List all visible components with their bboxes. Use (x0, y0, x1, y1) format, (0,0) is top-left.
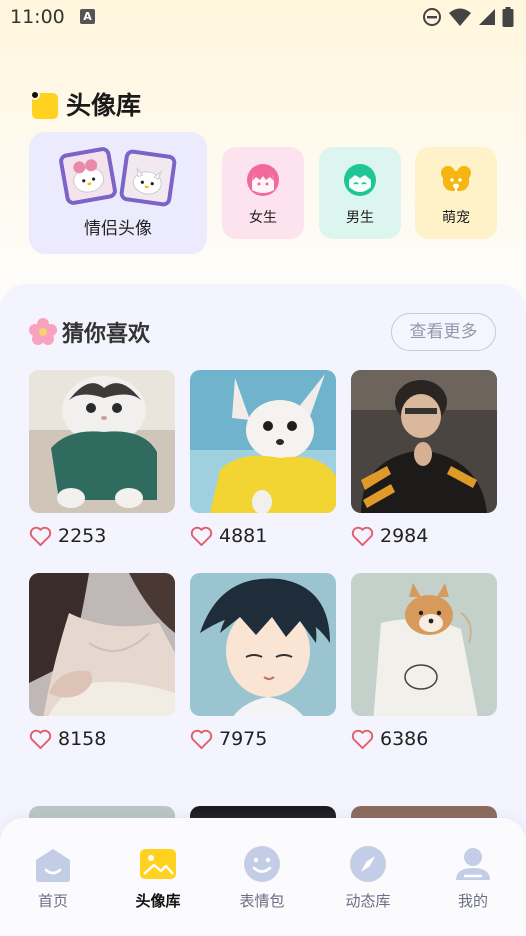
like-count: 2984 (380, 525, 429, 547)
avatar-image[interactable] (29, 573, 175, 716)
recommend-header: 猜你喜欢 (29, 316, 150, 348)
category-boy-label: 男生 (346, 210, 374, 226)
heart-icon[interactable] (190, 729, 213, 750)
home-icon (36, 849, 70, 882)
flower-icon (29, 318, 57, 345)
avatar-tile[interactable]: 7975 (190, 573, 336, 750)
user-icon (456, 848, 490, 880)
avatar-tile[interactable]: 2984 (351, 370, 497, 547)
bottom-nav: 首页 头像库 表情包 动态库 我的 (0, 818, 526, 936)
like-count: 4881 (219, 525, 268, 547)
avatar-tile[interactable]: 2253 (29, 370, 175, 547)
wifi-icon (449, 8, 471, 26)
avatar-image[interactable] (351, 370, 497, 513)
like-info: 6386 (351, 728, 428, 750)
avatar-tile[interactable]: 6386 (351, 573, 497, 750)
avatar-tile[interactable]: 4881 (190, 370, 336, 547)
avatar-library-header: 头像库 (30, 86, 141, 122)
category-pet-card[interactable]: 萌宠 (415, 147, 497, 239)
like-count: 2253 (58, 525, 107, 547)
view-more-button[interactable]: 查看更多 (391, 313, 496, 351)
avatar-tile[interactable]: 8158 (29, 573, 175, 750)
nav-avatar-library[interactable]: 头像库 (113, 844, 203, 911)
nav-emoji-label: 表情包 (239, 892, 285, 910)
text-input-indicator-icon: A (80, 9, 95, 24)
nav-avatar-library-label: 头像库 (135, 892, 181, 910)
heart-icon[interactable] (29, 526, 52, 547)
image-icon (140, 849, 176, 879)
like-info: 4881 (190, 525, 267, 547)
category-girl-card[interactable]: 女生 (222, 147, 304, 239)
category-couple-label: 情侣头像 (84, 219, 152, 239)
nav-mine[interactable]: 我的 (428, 844, 518, 911)
compass-icon (350, 846, 386, 882)
signal-icon (479, 9, 495, 25)
dnd-icon (423, 8, 441, 26)
avatar-library-logo-icon (30, 90, 58, 119)
nav-emoji[interactable]: 表情包 (217, 844, 307, 911)
nav-home[interactable]: 首页 (8, 844, 98, 911)
nav-home-label: 首页 (37, 892, 68, 910)
status-icons (422, 6, 514, 28)
nav-dynamic-label: 动态库 (345, 892, 391, 910)
nav-mine-label: 我的 (457, 892, 488, 910)
avatar-image[interactable] (351, 573, 497, 716)
category-boy-card[interactable]: 男生 (319, 147, 401, 239)
avatar-image[interactable] (190, 370, 336, 513)
nav-dynamic[interactable]: 动态库 (323, 844, 413, 911)
heart-icon[interactable] (190, 526, 213, 547)
like-count: 8158 (58, 728, 107, 750)
avatar-image[interactable] (29, 370, 175, 513)
heart-icon[interactable] (351, 729, 374, 750)
heart-icon[interactable] (351, 526, 374, 547)
category-pet-label: 萌宠 (442, 210, 470, 226)
like-info: 2984 (351, 525, 428, 547)
like-info: 2253 (29, 525, 106, 547)
recommend-title: 猜你喜欢 (62, 322, 151, 347)
avatar-image[interactable] (190, 573, 336, 716)
page-title: 头像库 (66, 91, 142, 120)
girl-face-icon (247, 164, 279, 196)
boy-face-icon (344, 164, 376, 196)
like-count: 6386 (380, 728, 429, 750)
battery-icon (502, 7, 514, 27)
like-count: 7975 (219, 728, 268, 750)
status-time: 11:00 (10, 6, 65, 28)
couple-avatar-image (57, 145, 119, 207)
category-couple-card[interactable]: 情侣头像 (29, 132, 207, 254)
smile-icon (244, 846, 280, 882)
category-girl-label: 女生 (249, 210, 277, 226)
like-info: 8158 (29, 728, 106, 750)
like-info: 7975 (190, 728, 267, 750)
status-bar: 11:00 A (0, 0, 526, 36)
couple-avatar-image (118, 148, 178, 208)
pet-face-icon (441, 166, 471, 192)
heart-icon[interactable] (29, 729, 52, 750)
